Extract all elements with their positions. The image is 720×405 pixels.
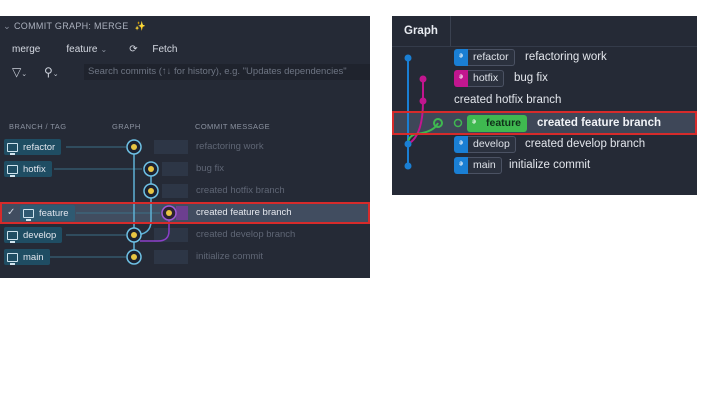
avatar-icon — [131, 254, 137, 260]
commit-graph-panel: ⌄ COMMIT GRAPH: MERGE ✨ merge feature ⌄ ⟳… — [0, 16, 370, 278]
commit-node[interactable] — [404, 162, 412, 170]
commit-node[interactable] — [419, 75, 427, 83]
avatar-icon — [131, 232, 137, 238]
commit-node[interactable] — [419, 97, 427, 105]
avatar-icon — [148, 166, 154, 172]
commit-node[interactable] — [404, 140, 412, 148]
selection-highlight — [0, 202, 370, 224]
selection-highlight — [392, 111, 697, 135]
commit-graph-lines — [50, 139, 177, 265]
graph-lines — [404, 54, 463, 170]
avatar-icon — [131, 144, 137, 150]
avatar-icon — [148, 188, 154, 194]
commit-node[interactable] — [404, 54, 412, 62]
graph-panel: Graph ᵊ refactor refactoring work ᵊ hotfix… — [392, 16, 697, 195]
